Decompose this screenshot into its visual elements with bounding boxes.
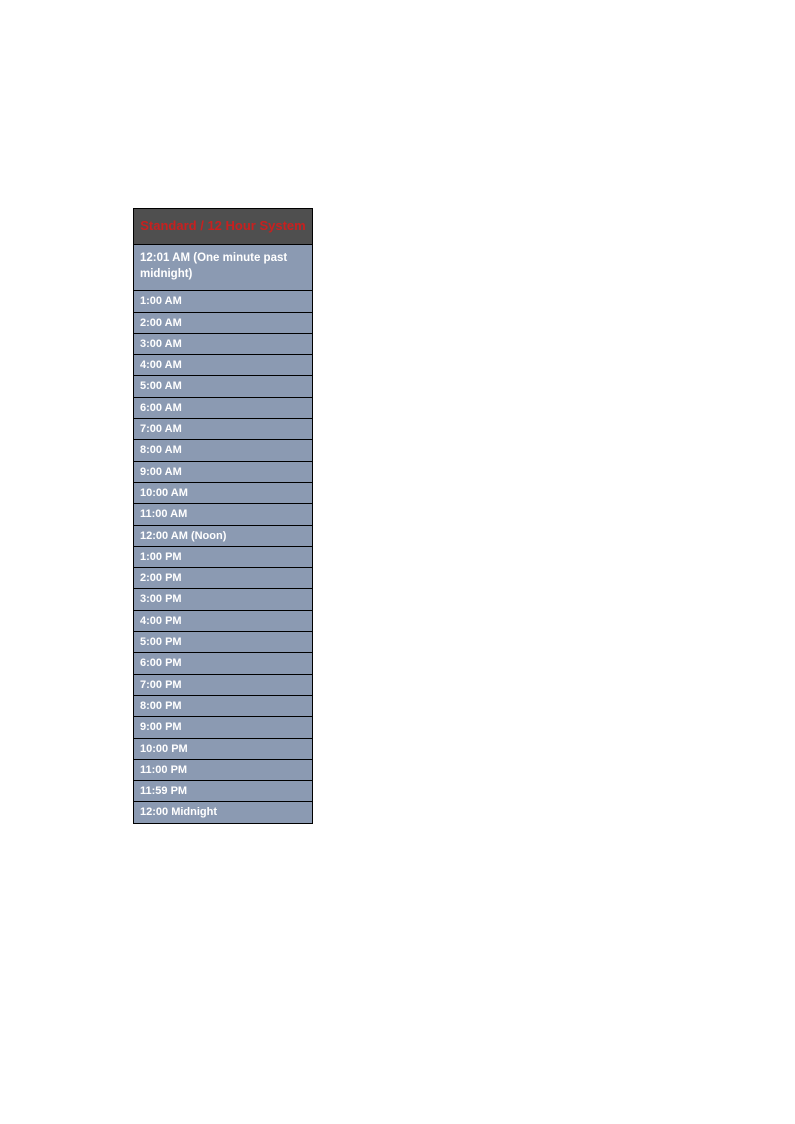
table-row: 4:00 PM [134,611,312,632]
table-row: 10:00 PM [134,739,312,760]
time-system-table: Standard / 12 Hour System 12:01 AM (One … [133,208,313,824]
table-row: 9:00 PM [134,717,312,738]
table-row: 10:00 AM [134,483,312,504]
table-row: 3:00 AM [134,334,312,355]
table-row: 6:00 PM [134,653,312,674]
table-row: 2:00 PM [134,568,312,589]
table-row: 6:00 AM [134,398,312,419]
table-row: 2:00 AM [134,313,312,334]
table-row: 1:00 PM [134,547,312,568]
table-header: Standard / 12 Hour System [134,209,312,245]
table-row: 1:00 AM [134,291,312,312]
table-row: 12:00 AM (Noon) [134,526,312,547]
table-row: 12:00 Midnight [134,802,312,822]
table-row: 5:00 AM [134,376,312,397]
table-row: 7:00 AM [134,419,312,440]
table-row: 7:00 PM [134,675,312,696]
table-row: 5:00 PM [134,632,312,653]
table-row: 9:00 AM [134,462,312,483]
table-row: 12:01 AM (One minute past midnight) [134,245,312,291]
table-row: 8:00 PM [134,696,312,717]
table-row: 11:00 AM [134,504,312,525]
table-row: 11:00 PM [134,760,312,781]
table-row: 4:00 AM [134,355,312,376]
table-row: 11:59 PM [134,781,312,802]
table-row: 3:00 PM [134,589,312,610]
table-row: 8:00 AM [134,440,312,461]
